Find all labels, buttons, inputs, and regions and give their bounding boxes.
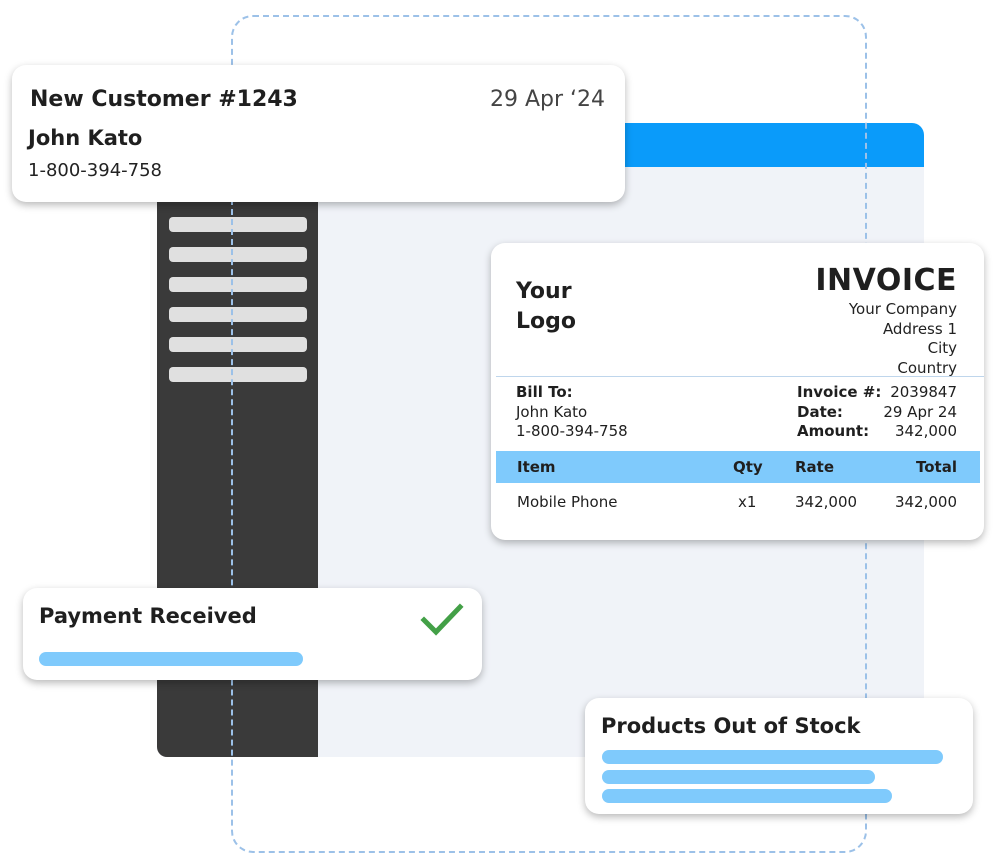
invoice-table-header: Item Qty Rate Total <box>496 451 980 483</box>
meta-label: Date: <box>797 402 843 421</box>
payment-card-title: Payment Received <box>39 604 257 628</box>
stock-item-bar <box>602 789 892 803</box>
customer-card-title: New Customer #1243 <box>30 87 298 112</box>
meta-label: Amount: <box>797 422 870 440</box>
cell-qty: x1 <box>738 493 757 511</box>
logo-placeholder: Your Logo <box>516 277 576 337</box>
column-header-rate: Rate <box>795 458 835 476</box>
payment-progress-bar <box>39 652 439 666</box>
stock-card-title: Products Out of Stock <box>601 714 861 738</box>
column-header-total: Total <box>916 458 957 476</box>
company-name: Your Company <box>848 300 957 318</box>
invoice-title: INVOICE <box>815 263 957 298</box>
invoice-date-row: Date: 29 Apr 24 <box>797 403 957 423</box>
customer-name: John Kato <box>28 126 143 150</box>
cell-total: 342,000 <box>894 493 957 511</box>
payment-received-card: Payment Received <box>23 588 482 680</box>
products-out-of-stock-card: Products Out of Stock <box>585 698 973 814</box>
column-header-item: Item <box>517 458 556 476</box>
meta-label: Invoice #: <box>797 383 882 401</box>
bill-to-label: Bill To: <box>516 383 573 401</box>
column-header-qty: Qty <box>733 458 763 476</box>
meta-value: 29 Apr 24 <box>883 402 957 421</box>
meta-value: 342,000 <box>894 422 957 440</box>
company-address-line: Address 1 <box>882 319 957 338</box>
customer-phone: 1-800-394-758 <box>28 160 163 181</box>
company-city: City <box>927 339 957 357</box>
logo-line-2: Logo <box>516 309 576 334</box>
invoice-amount-row: Amount: 342,000 <box>797 422 957 442</box>
stock-item-bar <box>602 750 943 764</box>
invoice-meta: Invoice #: 2039847 Date: 29 Apr 24 Amoun… <box>797 383 957 442</box>
customer-card-date: 29 Apr ‘24 <box>489 87 605 112</box>
stock-item-bar <box>602 770 875 784</box>
new-customer-card: New Customer #1243 29 Apr ‘24 John Kato … <box>12 65 625 202</box>
table-row: Mobile Phone x1 342,000 342,000 <box>496 489 980 517</box>
bill-to-block: Bill To: John Kato 1-800-394-758 <box>516 383 628 442</box>
meta-value: 2039847 <box>890 383 957 401</box>
invoice-number-row: Invoice #: 2039847 <box>797 383 957 403</box>
invoice-divider <box>496 376 984 377</box>
cell-item: Mobile Phone <box>517 493 618 511</box>
logo-line-1: Your <box>516 279 572 304</box>
payment-progress-fill <box>39 652 303 666</box>
bill-to-name: John Kato <box>516 402 588 421</box>
check-icon <box>420 603 464 636</box>
bill-to-phone: 1-800-394-758 <box>516 422 628 440</box>
cell-rate: 342,000 <box>795 493 858 511</box>
company-address: Your Company Address 1 City Country <box>849 300 957 378</box>
invoice-card: Your Logo INVOICE Your Company Address 1… <box>491 243 984 540</box>
